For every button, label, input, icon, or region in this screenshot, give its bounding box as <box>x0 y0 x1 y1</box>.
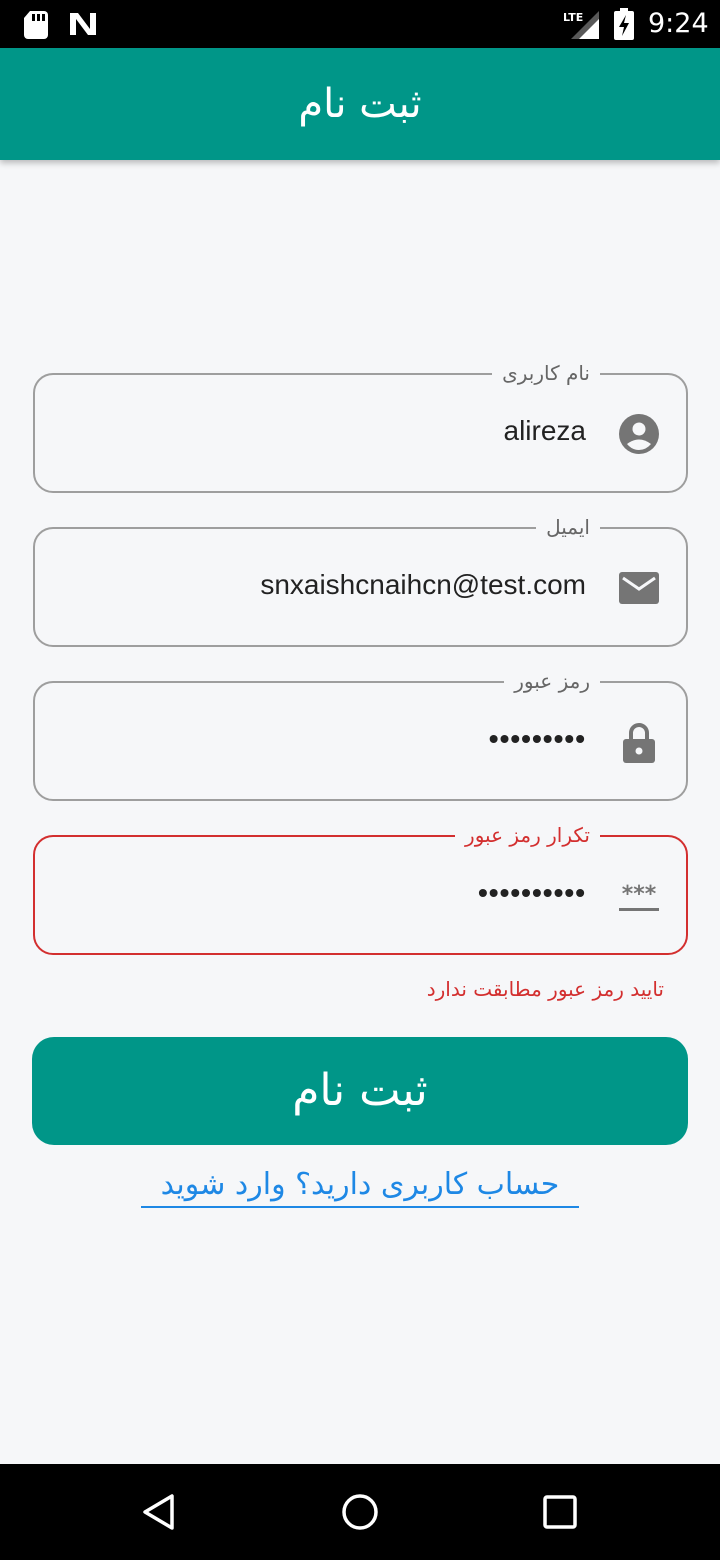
status-bar: LTE 9:24 <box>0 0 720 48</box>
page-title: ثبت نام <box>298 81 422 127</box>
svg-text:***: *** <box>622 882 657 907</box>
lock-icon <box>623 723 655 763</box>
password-value[interactable]: ••••••••• <box>489 721 586 757</box>
confirm-password-error: تایید رمز عبور مطابقت ندارد <box>426 977 664 1001</box>
email-field[interactable]: ایمیل snxaishcnaihcn@test.com <box>33 513 688 647</box>
sd-card-icon <box>24 11 48 39</box>
username-field[interactable]: نام کاربری alireza <box>33 359 688 493</box>
email-icon <box>619 572 659 604</box>
email-label: ایمیل <box>536 513 600 541</box>
battery-charging-icon <box>614 8 634 40</box>
password-icon: *** <box>619 882 659 911</box>
email-value[interactable]: snxaishcnaihcn@test.com <box>260 567 586 603</box>
register-button[interactable]: ثبت نام <box>32 1037 688 1145</box>
username-label: نام کاربری <box>492 359 600 387</box>
back-icon[interactable] <box>140 1492 180 1532</box>
username-value[interactable]: alireza <box>504 413 586 449</box>
notification-n-icon <box>70 13 96 35</box>
svg-text:LTE: LTE <box>563 11 583 24</box>
confirm-password-label: تکرار رمز عبور <box>455 821 600 849</box>
confirm-password-field[interactable]: تکرار رمز عبور •••••••••• *** <box>33 821 688 955</box>
status-time: 9:24 <box>648 8 709 39</box>
recents-icon[interactable] <box>540 1492 580 1532</box>
password-label: رمز عبور <box>504 667 600 695</box>
app-bar: ثبت نام <box>0 48 720 160</box>
login-link[interactable]: حساب کاربری دارید؟ وارد شوید <box>141 1164 579 1208</box>
password-field[interactable]: رمز عبور ••••••••• <box>33 667 688 801</box>
confirm-password-value[interactable]: •••••••••• <box>478 875 586 911</box>
account-circle-icon <box>619 414 659 454</box>
home-icon[interactable] <box>340 1492 380 1532</box>
navigation-bar <box>0 1464 720 1560</box>
lte-signal-icon: LTE <box>563 11 599 39</box>
